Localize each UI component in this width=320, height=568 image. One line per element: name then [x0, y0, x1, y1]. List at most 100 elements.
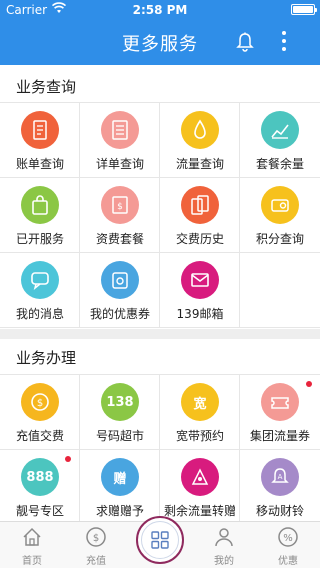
grid-row: 账单查询 详单查询 流量查询 套餐余量	[0, 103, 320, 178]
service-item[interactable]: 套餐余量	[240, 103, 320, 178]
section-title-query: 业务查询	[16, 78, 77, 96]
yuan-coin-icon: $	[86, 527, 106, 547]
tab-label: 我的	[214, 556, 234, 567]
query-grid: 账单查询 详单查询 流量查询 套餐余量已开服务 $ 资费套餐 交费历史 积分查询我的消息 我的优…	[0, 102, 320, 328]
tab-label: 首页	[22, 556, 42, 567]
service-label: 账单查询	[15, 157, 64, 171]
tab-item[interactable]: 首页	[0, 522, 64, 568]
cart-icon: 138	[101, 383, 139, 421]
tab-item[interactable]: % 优惠	[256, 522, 320, 568]
center-tab-button[interactable]	[136, 516, 184, 564]
detail-list-icon	[101, 111, 139, 149]
empty-cell	[240, 253, 320, 328]
broadband-icon: 宽	[181, 383, 219, 421]
price-tag-icon: $	[101, 186, 139, 224]
svg-text:$: $	[117, 202, 123, 212]
tab-item[interactable]: $ 充值	[64, 522, 128, 568]
icon-text: 赠	[113, 471, 127, 487]
service-item[interactable]: 剩余流量转赠	[160, 450, 240, 525]
service-item[interactable]: 积分查询	[240, 178, 320, 253]
service-label: 移动财铃	[255, 504, 304, 518]
service-item[interactable]: 138 号码超市	[80, 375, 160, 450]
drop-icon	[181, 111, 219, 149]
icon-text: 138	[106, 394, 134, 410]
service-item[interactable]: $ 充值交费	[0, 375, 80, 450]
top-bar: Carrier 2:58 PM 更多服务	[0, 0, 320, 65]
coin-icon: $	[21, 383, 59, 421]
icon-text: 宽	[193, 396, 207, 412]
service-item[interactable]: A 移动财铃	[240, 450, 320, 525]
service-item[interactable]: 宽宽带预约	[160, 375, 240, 450]
service-label: 资费套餐	[95, 232, 144, 246]
status-bar: Carrier 2:58 PM	[0, 0, 320, 20]
service-item[interactable]: 888 靓号专区	[0, 450, 80, 525]
tab-item[interactable]: 我的	[192, 522, 256, 568]
svg-text:%: %	[283, 533, 293, 544]
service-label: 我的消息	[15, 307, 64, 321]
coupon-icon	[101, 261, 139, 299]
discount-icon: %	[278, 527, 298, 547]
service-item[interactable]: 集团流量券	[240, 375, 320, 450]
service-item[interactable]: 已开服务	[0, 178, 80, 253]
page-title: 更多服务	[122, 34, 198, 55]
grid-icon	[141, 521, 179, 559]
more-vertical-icon[interactable]	[280, 31, 288, 53]
grid-row: 888 靓号专区赠求赠赠予 剩余流量转赠 A 移动财铃	[0, 450, 320, 525]
service-label: 号码超市	[95, 429, 144, 443]
bill-icon	[21, 111, 59, 149]
number-icon: 888	[21, 458, 59, 496]
service-label: 套餐余量	[255, 157, 304, 171]
service-label: 集团流量券	[249, 429, 310, 443]
service-label: 剩余流量转赠	[163, 504, 236, 518]
mail-icon	[181, 261, 219, 299]
service-label: 积分查询	[255, 232, 304, 246]
service-item[interactable]: 我的消息	[0, 253, 80, 328]
payment-history-icon	[181, 186, 219, 224]
svg-text:$: $	[37, 398, 43, 409]
service-label: 充值交费	[15, 429, 64, 443]
service-label: 已开服务	[15, 232, 64, 246]
service-item[interactable]: 我的优惠券	[80, 253, 160, 328]
points-icon	[261, 186, 299, 224]
chat-icon	[21, 261, 59, 299]
grid-row: 我的消息 我的优惠券 139邮箱	[0, 253, 320, 328]
grid-row: $ 充值交费 138 号码超市宽宽带预约 集团流量券	[0, 375, 320, 450]
ringtone-icon: A	[261, 458, 299, 496]
service-item[interactable]: 流量查询	[160, 103, 240, 178]
service-item[interactable]: 139邮箱	[160, 253, 240, 328]
service-item[interactable]: 账单查询	[0, 103, 80, 178]
service-item[interactable]: 交费历史	[160, 178, 240, 253]
clock: 2:58 PM	[132, 3, 188, 17]
svg-text:A: A	[278, 473, 283, 481]
service-label: 求赠赠予	[95, 504, 144, 518]
svg-text:$: $	[93, 533, 99, 544]
bell-icon[interactable]	[236, 32, 254, 52]
transfer-icon	[181, 458, 219, 496]
section-divider	[0, 329, 320, 339]
service-label: 流量查询	[175, 157, 224, 171]
handle-grid: $ 充值交费 138 号码超市宽宽带预约 集团流量券 888 靓号专区赠求赠赠予 剩余流量转赠…	[0, 374, 320, 525]
service-label: 靓号专区	[15, 504, 64, 518]
service-item[interactable]: 赠求赠赠予	[80, 450, 160, 525]
service-item[interactable]: 详单查询	[80, 103, 160, 178]
section-title-handle: 业务办理	[16, 349, 77, 367]
bag-icon	[21, 186, 59, 224]
tab-label: 充值	[86, 556, 106, 567]
notification-dot	[65, 456, 71, 462]
service-label: 我的优惠券	[89, 307, 150, 321]
service-label: 139邮箱	[176, 307, 224, 321]
notification-dot	[306, 381, 312, 387]
ticket-icon	[261, 383, 299, 421]
home-icon	[23, 527, 41, 546]
battery-icon	[291, 4, 317, 15]
service-label: 交费历史	[175, 232, 224, 246]
tab-label: 优惠	[278, 556, 298, 567]
service-label: 详单查询	[95, 157, 144, 171]
service-label: 宽带预约	[175, 429, 224, 443]
user-icon	[215, 528, 233, 547]
chart-icon	[261, 111, 299, 149]
gift-icon: 赠	[101, 458, 139, 496]
service-item[interactable]: $ 资费套餐	[80, 178, 160, 253]
grid-row: 已开服务 $ 资费套餐 交费历史 积分查询	[0, 178, 320, 253]
icon-text: 888	[26, 469, 54, 485]
